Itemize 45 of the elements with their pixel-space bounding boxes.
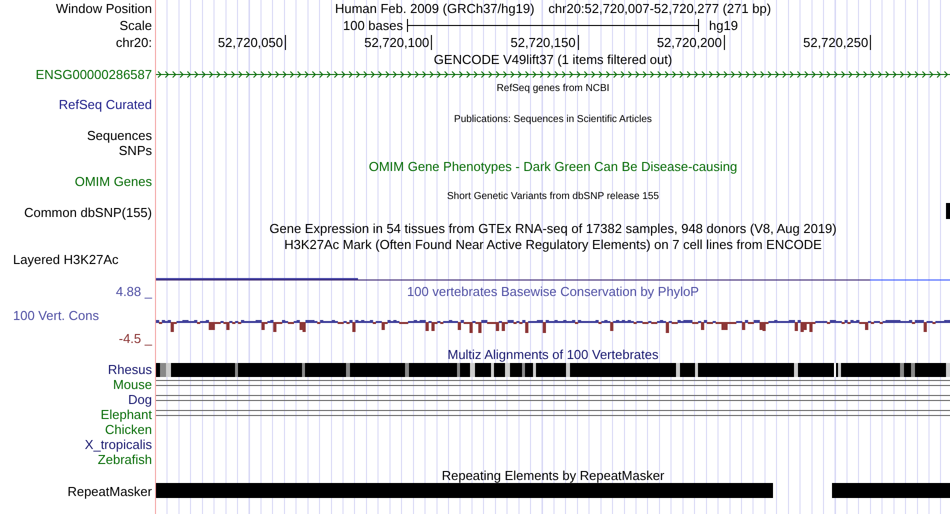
genome-name: hg19 — [708, 19, 739, 32]
tick-mark — [578, 35, 579, 50]
track-label[interactable]: OMIM Genes — [74, 175, 152, 188]
track-label[interactable]: SNPs — [118, 144, 152, 157]
track-label[interactable]: 4.88 _ — [116, 284, 152, 298]
track-label[interactable]: ENSG00000286587 — [36, 68, 152, 80]
track-label[interactable]: Mouse — [112, 378, 152, 391]
track-title: RefSeq genes from NCBI — [496, 84, 610, 94]
track-title: Repeating Elements by RepeatMasker — [442, 468, 664, 482]
track-label[interactable]: RepeatMasker — [67, 484, 152, 498]
track-label[interactable]: Rhesus — [108, 363, 152, 376]
track-label[interactable]: chr20: — [116, 36, 152, 49]
track-title: Gene Expression in 54 tissues from GTEx RNA-seq of 17382 samples, 948 donors (V8, Aug 2019) — [269, 222, 837, 234]
tick-mark — [285, 35, 286, 50]
track-label[interactable]: Elephant — [100, 408, 152, 421]
ruler-tick-label: 52,720,150 — [510, 36, 577, 49]
track-title: 100 vertebrates Basewise Conservation by PhyloP — [407, 284, 699, 298]
tick-mark — [724, 35, 725, 50]
track-label[interactable]: RefSeq Curated — [58, 98, 152, 111]
tick-mark — [870, 35, 872, 50]
track-title: H3K27Ac Mark (Often Found Near Active Regulatory Elements) on 7 cell lines from ENCODE — [284, 238, 822, 250]
track-title: OMIM Gene Phenotypes - Dark Green Can Be Disease-causing — [368, 160, 738, 172]
track-label[interactable]: Window Position — [56, 2, 152, 15]
ruler-tick-label: 52,720,200 — [656, 36, 723, 49]
track-label[interactable]: X_tropicalis — [84, 438, 152, 451]
assembly-name: Human Feb. 2009 (GRCh37/hg19) — [334, 2, 534, 15]
track-label[interactable]: 100 Vert. Cons — [0, 309, 99, 322]
track-label[interactable]: -4.5 _ — [118, 332, 152, 345]
track-label[interactable]: Zebrafish — [98, 453, 152, 466]
track-title: GENCODE V49lift37 (1 items filtered out) — [434, 52, 672, 66]
track-label[interactable]: Layered H3K27Ac — [13, 253, 119, 266]
track-label[interactable]: Chicken — [105, 423, 152, 436]
scale-text: 100 bases — [343, 19, 404, 32]
track-title: Short Genetic Variants from dbSNP release 155 — [447, 192, 659, 202]
track-label[interactable]: Dog — [128, 393, 152, 406]
ruler-tick-label: 52,720,250 — [803, 36, 870, 49]
track-label[interactable]: Common dbSNP(155) — [24, 206, 152, 219]
position-text: chr20:52,720,007-52,720,277 (271 bp) — [548, 2, 772, 15]
track-title: Publications: Sequences in Scientific Articles — [454, 115, 652, 125]
track-title: Multiz Alignments of 100 Vertebrates — [447, 348, 658, 360]
track-label[interactable]: Scale — [119, 19, 152, 32]
ruler-tick-label: 52,720,050 — [218, 36, 284, 49]
tick-mark — [431, 35, 432, 50]
track-label[interactable]: Sequences — [86, 129, 152, 142]
ruler-tick-label: 52,720,100 — [364, 36, 430, 49]
